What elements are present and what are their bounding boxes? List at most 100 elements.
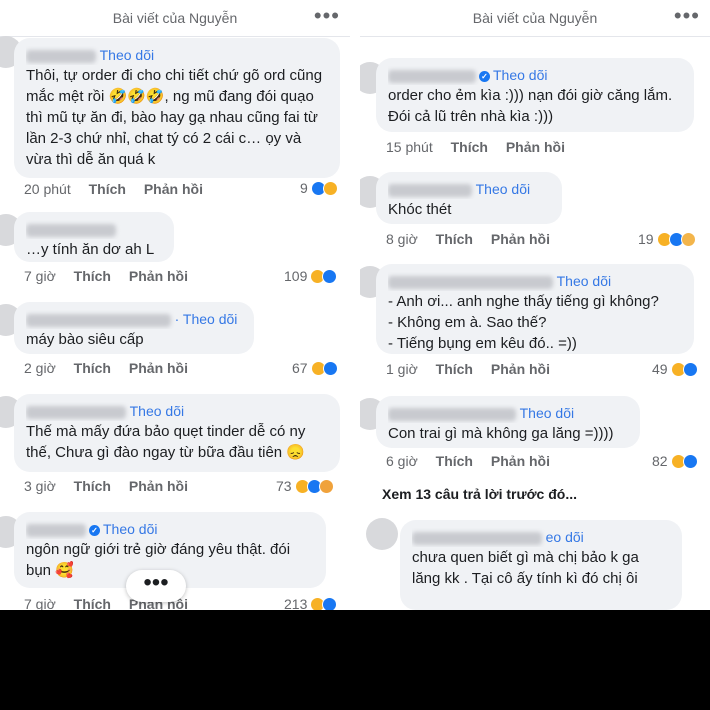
comment-actions: 15 phút Thích Phản hồi [386, 139, 579, 155]
comment-author[interactable]: · Theo dõi [26, 310, 242, 329]
reply-button[interactable]: Phản hồi [129, 478, 188, 494]
comment-text: …y tính ăn dơ ah L [26, 241, 155, 258]
comment-author[interactable] [26, 220, 162, 239]
reaction-summary[interactable]: 49 [652, 361, 698, 377]
like-button[interactable]: Thích [436, 231, 473, 247]
reply-button[interactable]: Phản hồi [129, 360, 188, 376]
more-dots-icon[interactable]: ••• [674, 0, 700, 32]
like-button[interactable]: Thích [436, 361, 473, 377]
comment-time: 7 giờ [24, 268, 56, 284]
comment-bubble: Theo dõi Khóc thét [376, 172, 562, 224]
comment-actions: 8 giờ Thích Phản hồi [386, 231, 564, 247]
follow-link[interactable]: Theo dõi [520, 405, 574, 421]
comment-text: máy bào siêu cấp [26, 331, 144, 348]
reply-button[interactable]: Phản hồi [129, 268, 188, 284]
avatar[interactable] [366, 518, 398, 550]
comment-text: Thôi, tự order đi cho chi tiết chứ gõ or… [26, 67, 323, 168]
comment-author[interactable]: Theo dõi [388, 272, 682, 291]
comment-text: Thế mà mấy đứa bảo quẹt tinder dễ có ny … [26, 423, 306, 461]
like-button[interactable]: Thích [436, 453, 473, 469]
reply-button[interactable]: Phản hồi [491, 361, 550, 377]
header-divider [0, 36, 350, 37]
care-reaction-icon [680, 231, 696, 247]
header-title: Bài viết của Nguyễn [112, 10, 238, 26]
like-reaction-icon [322, 596, 338, 610]
comment-time: 20 phút [24, 181, 71, 197]
panel-divider [350, 0, 360, 610]
comment-author[interactable]: ✓ Theo dõi [388, 66, 682, 85]
like-button[interactable]: Thích [89, 181, 126, 197]
comment-bubble: Theo dõi Thôi, tự order đi cho chi tiết … [14, 38, 340, 178]
more-options-icon[interactable]: ••• [126, 570, 186, 602]
comment-bubble: …y tính ăn dơ ah L [14, 212, 174, 262]
like-button[interactable]: Thích [451, 139, 488, 155]
verified-badge-icon: ✓ [479, 71, 490, 83]
comment-bubble: · Theo dõi máy bào siêu cấp [14, 302, 254, 354]
reaction-summary[interactable]: 19 [638, 231, 696, 247]
right-screenshot: Bài viết của Nguyễn ••• ✓ Theo dõi order … [360, 0, 710, 610]
reply-button[interactable]: Phản hồi [491, 453, 550, 469]
comment-author[interactable]: Theo dõi [388, 180, 550, 199]
comment-author[interactable]: Theo dõi [388, 404, 628, 423]
like-reaction-icon [682, 361, 698, 377]
like-button[interactable]: Thích [74, 268, 111, 284]
follow-link[interactable]: Theo dõi [476, 181, 530, 197]
like-reaction-icon [322, 360, 338, 376]
comment-time: 6 giờ [386, 453, 418, 469]
comment-time: 8 giờ [386, 231, 418, 247]
comment-time: 7 giờ [24, 596, 56, 610]
reaction-summary[interactable]: 82 [652, 453, 698, 469]
more-dots-icon[interactable]: ••• [314, 0, 340, 32]
follow-link[interactable]: Theo dõi [103, 521, 157, 537]
comment-text: - Anh ơi... anh nghe thấy tiếng gì không… [388, 293, 659, 352]
comment-time: 15 phút [386, 139, 433, 155]
follow-link[interactable]: Theo dõi [493, 67, 547, 83]
follow-link[interactable]: Theo dõi [557, 273, 611, 289]
reaction-summary[interactable]: 109 [284, 268, 338, 284]
like-button[interactable]: Thích [74, 360, 111, 376]
reply-button[interactable]: Phản hồi [144, 181, 203, 197]
reply-button[interactable]: Phản hồi [506, 139, 565, 155]
comment-bubble: Theo dõi Con trai gì mà không ga lăng =)… [376, 396, 640, 448]
like-button[interactable]: Thích [74, 596, 111, 610]
comment-text: Con trai gì mà không ga lăng =)))) [388, 425, 614, 442]
comment-text: Khóc thét [388, 201, 452, 218]
reaction-count: 19 [638, 231, 654, 247]
reaction-summary[interactable]: 213 [284, 596, 338, 610]
comment-bubble: Theo dõi Thế mà mấy đứa bảo quẹt tinder … [14, 394, 340, 472]
comment-actions: 2 giờ Thích Phản hồi [24, 360, 202, 376]
follow-link[interactable]: eo dõi [546, 529, 584, 545]
follow-link[interactable]: · Theo dõi [175, 311, 238, 327]
reaction-summary[interactable]: 73 [276, 478, 334, 494]
header-divider [360, 36, 710, 37]
follow-link[interactable]: Theo dõi [100, 47, 154, 63]
comment-time: 1 giờ [386, 361, 418, 377]
comment-time: 3 giờ [24, 478, 56, 494]
follow-link[interactable]: Theo dõi [130, 403, 184, 419]
comment-bubble: eo dõi chưa quen biết gì mà chị bảo k ga… [400, 520, 682, 610]
reaction-count: 213 [284, 596, 308, 610]
comment-author[interactable]: Theo dõi [26, 46, 328, 65]
comment-author[interactable]: eo dõi [412, 528, 670, 547]
reply-button[interactable]: Phản hồi [491, 231, 550, 247]
reaction-count: 9 [300, 180, 308, 196]
comment-text: order cho ẻm kìa :))) nạn đói giờ căng l… [388, 87, 673, 125]
see-previous-replies-link[interactable]: Xem 13 câu trả lời trước đó... [382, 486, 577, 502]
comment-author[interactable]: ✓ Theo dõi [26, 520, 314, 539]
comment-actions: 6 giờ Thích Phản hồi [386, 453, 564, 469]
header-title: Bài viết của Nguyễn [472, 10, 598, 26]
comment-text: chưa quen biết gì mà chị bảo k ga lăng k… [412, 549, 639, 587]
reaction-count: 67 [292, 360, 308, 376]
comment-actions: 7 giờ Thích Phản hồi [24, 268, 202, 284]
reaction-summary[interactable]: 9 [300, 180, 338, 196]
like-reaction-icon [682, 453, 698, 469]
comment-actions: 1 giờ Thích Phản hồi [386, 361, 564, 377]
comment-author[interactable]: Theo dõi [26, 402, 328, 421]
comment-actions: 3 giờ Thích Phản hồi [24, 478, 202, 494]
reaction-summary[interactable]: 67 [292, 360, 338, 376]
comment-actions: 20 phút Thích Phản hồi [24, 181, 217, 197]
comment-bubble: ✓ Theo dõi order cho ẻm kìa :))) nạn đói … [376, 58, 694, 132]
like-button[interactable]: Thích [74, 478, 111, 494]
haha-reaction-icon [322, 180, 338, 196]
sad-reaction-icon [318, 478, 334, 494]
